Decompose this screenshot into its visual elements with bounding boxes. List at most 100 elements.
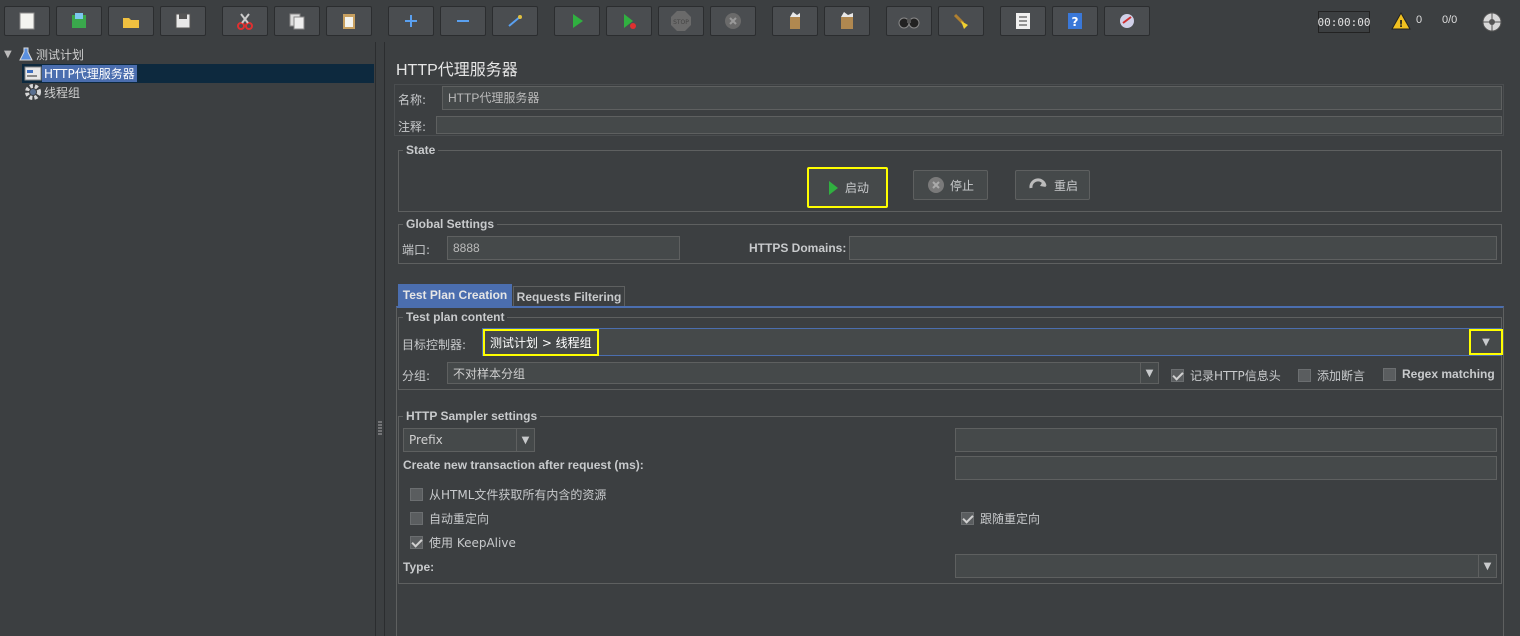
port-label: 端口: <box>402 243 431 257</box>
chevron-down-icon[interactable]: ▼ <box>1469 329 1503 355</box>
templates-button[interactable] <box>56 6 102 36</box>
target-controller-label: 目标控制器: <box>402 338 467 352</box>
start-proxy-button[interactable]: 启动 <box>807 167 888 208</box>
sampler-settings-title: HTTP Sampler settings <box>403 409 541 423</box>
tab-requests-filtering[interactable]: Requests Filtering <box>513 286 625 306</box>
clear-all-button[interactable] <box>824 6 870 36</box>
stop-button[interactable]: STOP <box>658 6 704 36</box>
clear-button[interactable] <box>772 6 818 36</box>
save-button[interactable] <box>160 6 206 36</box>
chevron-down-icon[interactable]: ▼ <box>516 429 534 451</box>
expand-triangle-icon[interactable]: ▼ <box>4 49 18 60</box>
start-no-pause-button[interactable] <box>606 6 652 36</box>
svg-text:?: ? <box>1072 15 1079 29</box>
checkbox-unchecked-icon[interactable] <box>410 488 423 501</box>
tab-test-plan-creation[interactable]: Test Plan Creation <box>398 284 512 306</box>
grouping-select[interactable]: 不对样本分组 ▼ <box>447 362 1159 384</box>
stop-proxy-button[interactable]: 停止 <box>913 170 988 200</box>
play-icon <box>828 180 838 195</box>
expand-button[interactable] <box>388 6 434 36</box>
new-button[interactable] <box>4 6 50 36</box>
tree-item-proxy-server[interactable]: HTTP代理服务器 <box>24 64 137 82</box>
help-button[interactable]: ? <box>1052 6 1098 36</box>
comment-field[interactable] <box>436 116 1502 134</box>
checkbox-checked-icon[interactable] <box>961 512 974 525</box>
save-icon <box>175 13 191 29</box>
checkbox-unchecked-icon[interactable] <box>410 512 423 525</box>
flask-icon <box>19 47 33 61</box>
svg-text:!: ! <box>1399 19 1404 30</box>
restart-proxy-button[interactable]: 重启 <box>1015 170 1090 200</box>
checkbox-unchecked-icon[interactable] <box>1298 369 1311 382</box>
templates-icon <box>72 13 86 28</box>
auto-redirect-checkbox[interactable]: 自动重定向 <box>410 510 489 527</box>
restart-icon <box>1029 178 1047 189</box>
https-domains-field[interactable] <box>849 236 1497 260</box>
help-icon: ? <box>1068 13 1082 29</box>
keepalive-checkbox[interactable]: 使用 KeepAlive <box>410 534 516 551</box>
function-helper-icon <box>1016 13 1030 29</box>
https-domains-label: HTTPS Domains: <box>749 241 847 255</box>
name-field[interactable]: HTTP代理服务器 <box>442 86 1502 110</box>
warning-icon[interactable]: ! <box>1391 12 1411 30</box>
expand-icon <box>405 15 417 27</box>
add-assertions-checkbox[interactable]: 添加断言 <box>1298 367 1365 384</box>
toggle-icon <box>508 15 522 27</box>
comment-label: 注释: <box>398 120 427 134</box>
proxy-icon <box>24 66 42 81</box>
transaction-delay-field[interactable] <box>955 456 1497 480</box>
collapse-button[interactable] <box>440 6 486 36</box>
regex-matching-checkbox[interactable]: Regex matching <box>1383 367 1495 381</box>
cut-button[interactable] <box>222 6 268 36</box>
paste-icon <box>343 14 355 29</box>
search-icon <box>898 17 920 29</box>
chevron-down-icon[interactable]: ▼ <box>1140 363 1158 383</box>
function-helper-button[interactable] <box>1000 6 1046 36</box>
target-controller-select[interactable]: 测试计划 > 线程组 ▼ <box>482 328 1503 356</box>
remote-start-button[interactable] <box>1104 6 1150 36</box>
prefix-select[interactable]: Prefix ▼ <box>403 428 535 452</box>
state-group-title: State <box>403 143 439 157</box>
collapse-icon <box>457 20 469 22</box>
start-icon <box>573 14 583 28</box>
open-icon <box>123 18 139 28</box>
page-title: HTTP代理服务器 <box>396 62 518 79</box>
shutdown-icon <box>725 13 741 29</box>
gear-icon <box>25 84 41 100</box>
start-button[interactable] <box>554 6 600 36</box>
tree-item-test-plan[interactable]: ▼ 测试计划 <box>4 45 86 63</box>
prefix-input[interactable] <box>955 428 1497 452</box>
port-field[interactable]: 8888 <box>447 236 680 260</box>
grouping-label: 分组: <box>402 369 431 383</box>
proxy-config-panel: HTTP代理服务器 名称: HTTP代理服务器 注释: State 启动 停止 … <box>386 42 1520 636</box>
shutdown-button[interactable] <box>710 6 756 36</box>
retrieve-resources-checkbox[interactable]: 从HTML文件获取所有内含的资源 <box>410 486 606 503</box>
reset-search-button[interactable] <box>938 6 984 36</box>
follow-redirect-checkbox[interactable]: 跟随重定向 <box>961 510 1040 527</box>
copy-icon <box>289 13 305 30</box>
checkbox-unchecked-icon[interactable] <box>1383 367 1396 381</box>
paste-button[interactable] <box>326 6 372 36</box>
chevron-down-icon[interactable]: ▼ <box>1478 555 1496 577</box>
type-select[interactable]: ▼ <box>955 554 1497 578</box>
cut-icon <box>237 13 253 30</box>
target-controller-value: 测试计划 > 线程组 <box>483 328 599 356</box>
clear-all-icon <box>841 12 853 29</box>
search-button[interactable] <box>886 6 932 36</box>
checkbox-checked-icon[interactable] <box>410 536 423 549</box>
split-pane-divider[interactable] <box>375 42 385 636</box>
start-no-pause-icon <box>624 14 636 29</box>
drag-grip-icon[interactable] <box>377 420 383 438</box>
checkbox-checked-icon[interactable] <box>1171 369 1184 382</box>
stop-circle-icon <box>927 177 944 193</box>
test-plan-content-title: Test plan content <box>403 310 508 324</box>
transaction-delay-label: Create new transaction after request (ms… <box>403 458 644 472</box>
tree-item-thread-group[interactable]: 线程组 <box>24 83 82 101</box>
type-label: Type: <box>403 560 435 574</box>
open-button[interactable] <box>108 6 154 36</box>
new-icon <box>19 12 35 30</box>
record-headers-checkbox[interactable]: 记录HTTP信息头 <box>1171 367 1281 384</box>
svg-text:STOP: STOP <box>673 19 689 26</box>
toggle-button[interactable] <box>492 6 538 36</box>
copy-button[interactable] <box>274 6 320 36</box>
